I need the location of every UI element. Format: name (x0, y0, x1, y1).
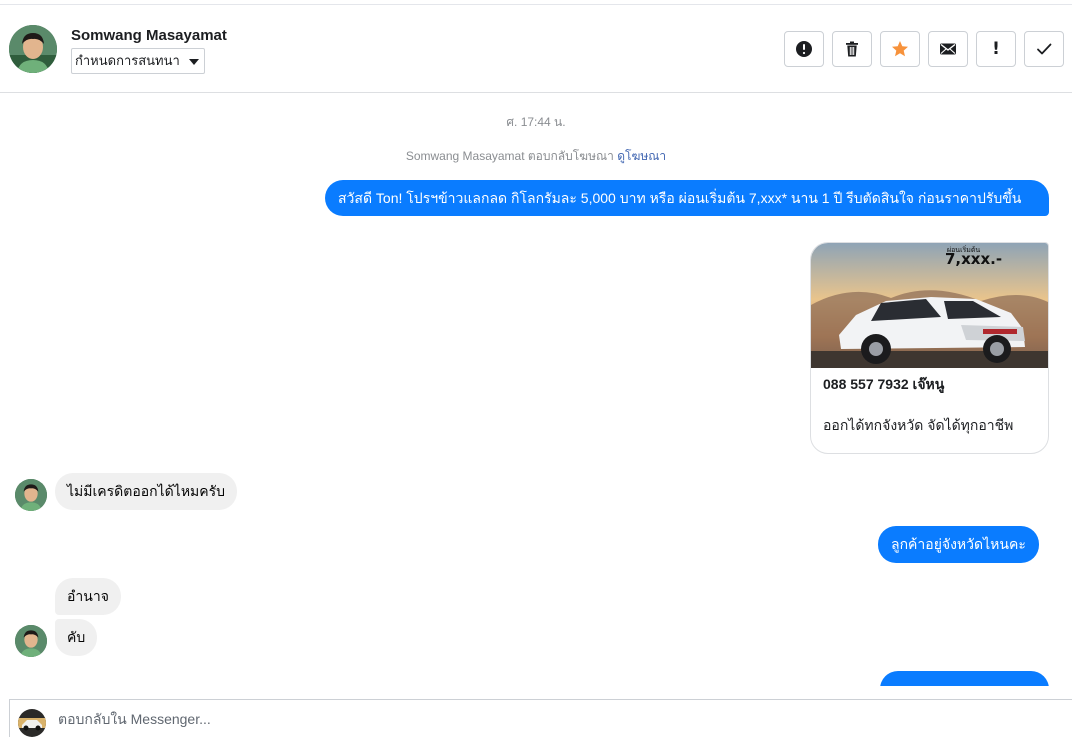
delete-button[interactable] (832, 31, 872, 67)
view-ad-link[interactable]: ดูโฆษณา (617, 149, 666, 163)
car-ad-image: ผ่อนเริ่มต้น 7,xxx.- (811, 243, 1048, 368)
ad-card-title[interactable]: 088 557 7932 เจ๊หนู (823, 374, 944, 396)
ad-image-caption-big: 7,xxx.- (945, 250, 1002, 268)
messenger-inbox: Somwang Masayamat กำหนดการสนทนา ! ศ. 17:… (0, 0, 1072, 737)
star-button[interactable] (880, 31, 920, 67)
incoming-message[interactable]: ไม่มีเครดิตออกได้ไหมครับ (55, 473, 238, 510)
thread-timestamp: ศ. 17:44 น. (506, 115, 566, 129)
caret-down-icon (188, 59, 199, 65)
page-avatar (18, 709, 46, 737)
check-icon (1037, 43, 1052, 55)
message-thread[interactable]: ศ. 17:44 น. Somwang Masayamat ตอบกลับโฆษ… (0, 94, 1072, 686)
mark-unread-button[interactable] (928, 31, 968, 67)
reply-input[interactable] (58, 707, 1038, 731)
outgoing-message[interactable]: สวัสดี Ton! โปรฯข้าวแลกลด กิโลกรัมละ 5,0… (325, 180, 1049, 216)
ad-reply-text: Somwang Masayamat ตอบกลับโฆษณา (405, 149, 614, 163)
outgoing-message[interactable] (880, 671, 1049, 686)
ad-card-description: ออกได้ทกจังหวัด จัดได้ทุกอาชีพ (823, 417, 1014, 433)
ad-reply-note: Somwang Masayamat ตอบกลับโฆษณา ดูโฆษณา (0, 147, 1072, 166)
star-icon (892, 41, 908, 57)
conversation-header: Somwang Masayamat กำหนดการสนทนา ! (0, 5, 1072, 93)
incoming-message[interactable]: คับ (55, 619, 98, 656)
contact-name[interactable]: Somwang Masayamat (71, 27, 227, 44)
reply-composer (9, 699, 1072, 737)
outgoing-message[interactable]: ลูกค้าอยู่จังหวัดไหนคะ (878, 526, 1039, 563)
envelope-icon (940, 43, 956, 55)
ad-card[interactable]: ผ่อนเริ่มต้น 7,xxx.- 088 557 7932 เจ๊หนู… (810, 242, 1049, 454)
exclamation-icon: ! (992, 39, 1000, 59)
conversation-label-dropdown[interactable]: กำหนดการสนทนา (71, 48, 205, 74)
mark-spam-button[interactable] (784, 31, 824, 67)
conversation-label-text: กำหนดการสนทนา (75, 53, 180, 68)
mark-follow-up-button[interactable]: ! (976, 31, 1016, 67)
trash-icon (846, 41, 858, 57)
contact-avatar[interactable] (9, 25, 57, 73)
alert-circle-icon (796, 41, 812, 57)
incoming-message[interactable]: อำนาจ (55, 578, 121, 615)
customer-avatar[interactable] (15, 625, 47, 657)
mark-done-button[interactable] (1024, 31, 1064, 67)
customer-avatar[interactable] (15, 479, 47, 511)
conversation-toolbar: ! (784, 31, 1064, 67)
